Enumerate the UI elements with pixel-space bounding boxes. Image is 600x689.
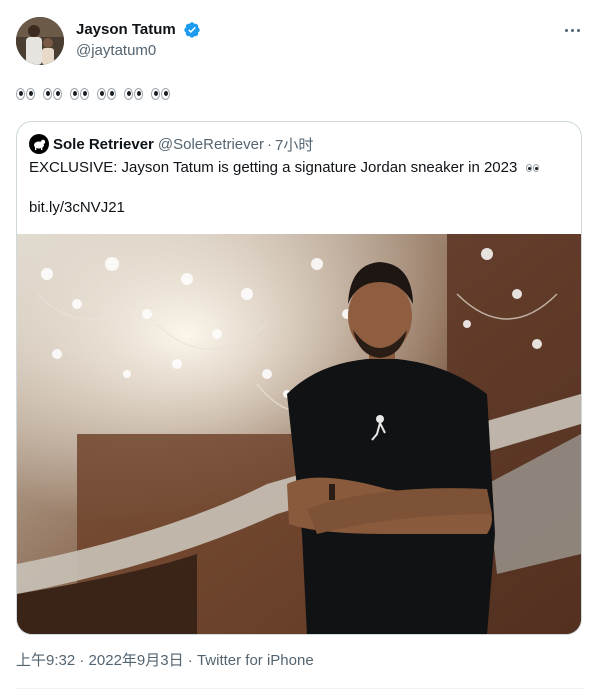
eyes-emoji-icon xyxy=(525,164,539,173)
eyes-emoji-icon xyxy=(70,84,90,104)
author-name-block: Jayson Tatum @jaytatum0 xyxy=(76,20,201,61)
eyes-emoji-icon xyxy=(16,84,36,104)
quoted-tweet-text: EXCLUSIVE: Jayson Tatum is getting a sig… xyxy=(29,158,539,178)
eyes-emoji-icon xyxy=(124,84,144,104)
tweet-time[interactable]: 上午9:32 xyxy=(16,652,75,669)
eyes-emoji-icon xyxy=(97,84,117,104)
more-dot xyxy=(570,28,574,32)
quoted-timestamp[interactable]: 7小时 xyxy=(275,134,313,155)
more-horizontal-icon xyxy=(564,28,568,32)
quoted-tweet-photo[interactable] xyxy=(17,234,581,634)
tweet: Jayson Tatum @jaytatum0 Sole Retriever @… xyxy=(0,0,600,689)
tweet-text-emojis xyxy=(16,84,171,108)
quoted-handle[interactable]: @SoleRetriever xyxy=(158,136,264,153)
quoted-tweet-link[interactable]: bit.ly/3cNVJ21 xyxy=(29,198,125,218)
quoted-tweet-header: Sole Retriever @SoleRetriever · 7小时 xyxy=(29,134,313,154)
more-dot xyxy=(576,28,580,32)
quoted-display-name[interactable]: Sole Retriever xyxy=(53,136,154,153)
eyes-emoji-icon xyxy=(151,84,171,104)
tweet-date[interactable]: 2022年9月3日 xyxy=(89,652,184,669)
meta-separator: · xyxy=(183,652,197,669)
tweet-source[interactable]: Twitter for iPhone xyxy=(197,652,314,669)
verified-badge-icon xyxy=(183,21,201,39)
author-display-name[interactable]: Jayson Tatum xyxy=(76,20,176,40)
quoted-separator: · xyxy=(267,135,272,153)
author-avatar[interactable] xyxy=(16,17,64,65)
meta-separator: · xyxy=(75,652,89,669)
more-options-button[interactable] xyxy=(560,20,584,40)
tweet-meta: 上午9:32 · 2022年9月3日 · Twitter for iPhone xyxy=(16,651,314,671)
quoted-author-avatar[interactable] xyxy=(29,134,49,154)
author-handle[interactable]: @jaytatum0 xyxy=(76,41,201,61)
quoted-tweet[interactable]: Sole Retriever @SoleRetriever · 7小时 EXCL… xyxy=(16,121,582,635)
quoted-text-body: EXCLUSIVE: Jayson Tatum is getting a sig… xyxy=(29,159,518,176)
eyes-emoji-icon xyxy=(43,84,63,104)
